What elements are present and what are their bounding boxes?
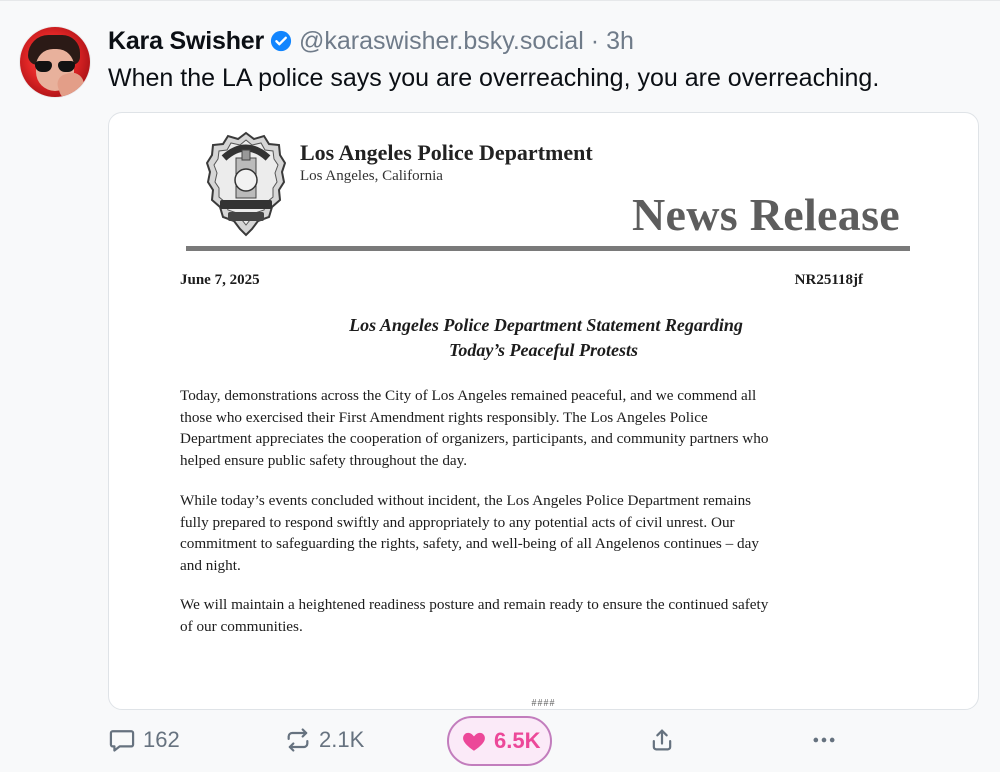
paragraph-line: of our communities. xyxy=(180,617,303,635)
like-count: 6.5K xyxy=(494,728,541,753)
speech-bubble-icon xyxy=(109,730,135,752)
document-end-mark: #### xyxy=(531,698,556,709)
headline-line: Los Angeles Police Department Statement … xyxy=(349,315,743,335)
verified-badge-icon[interactable] xyxy=(270,30,292,52)
avatar-sunglasses xyxy=(35,61,75,72)
more-options-button[interactable] xyxy=(810,716,838,764)
release-paragraph: We will maintain a heightened readiness … xyxy=(180,594,900,637)
paragraph-line: and night. xyxy=(180,556,241,574)
like-button[interactable]: 6.5K xyxy=(447,716,553,766)
release-headline: Los Angeles Police Department Statement … xyxy=(109,313,978,363)
paragraph-line: fully prepared to respond swiftly and ap… xyxy=(180,513,735,531)
paragraph-line: commitment to safeguarding the rights, s… xyxy=(180,535,759,552)
repost-count: 2.1K xyxy=(319,727,365,752)
repost-arrows-icon xyxy=(287,728,309,752)
heart-icon xyxy=(463,732,485,751)
post-timestamp[interactable]: 3h xyxy=(606,27,634,56)
avatar[interactable] xyxy=(20,27,90,97)
feed-post: Kara Swisher @karaswisher.bsky.social · … xyxy=(0,0,1000,772)
lapd-badge-icon xyxy=(206,131,286,237)
reply-count: 162 xyxy=(143,727,180,752)
author-handle[interactable]: @karaswisher.bsky.social xyxy=(299,27,584,56)
paragraph-line: Department appreciates the cooperation o… xyxy=(180,430,769,447)
ellipsis-icon xyxy=(813,737,835,743)
reply-button[interactable]: 162 xyxy=(108,716,180,764)
paragraph-line: those who exercised their First Amendmen… xyxy=(180,408,708,426)
paragraph-line: While today’s events concluded without i… xyxy=(180,492,752,509)
paragraph-line: Today, demonstrations across the City of… xyxy=(180,387,757,404)
author-display-name[interactable]: Kara Swisher xyxy=(108,27,264,56)
share-upload-icon xyxy=(652,729,672,751)
post-text: When the LA police says you are overreac… xyxy=(108,64,880,92)
header-rule xyxy=(186,246,910,251)
paragraph-line: We will maintain a heightened readiness … xyxy=(180,596,769,613)
news-release-title: News Release xyxy=(631,189,900,240)
post-actions: 162 2.1K 6.5K xyxy=(108,716,977,768)
paragraph-line: helped ensure public safety throughout t… xyxy=(180,451,468,469)
embedded-image[interactable]: Los Angeles Police Department Los Angele… xyxy=(108,112,979,710)
dept-location: Los Angeles, California xyxy=(300,168,443,184)
release-paragraph: While today’s events concluded without i… xyxy=(180,490,900,576)
headline-line: Today’s Peaceful Protests xyxy=(449,340,638,360)
post-header: Kara Swisher @karaswisher.bsky.social · … xyxy=(108,24,634,58)
repost-button[interactable]: 2.1K xyxy=(284,716,364,764)
release-number: NR25118jf xyxy=(794,272,863,288)
release-paragraph: Today, demonstrations across the City of… xyxy=(180,385,900,471)
news-release-document: Los Angeles Police Department Los Angele… xyxy=(109,113,978,709)
dept-name: Los Angeles Police Department xyxy=(300,140,593,165)
share-button[interactable] xyxy=(648,716,676,764)
header-separator: · xyxy=(590,26,600,55)
release-date: June 7, 2025 xyxy=(180,272,260,288)
